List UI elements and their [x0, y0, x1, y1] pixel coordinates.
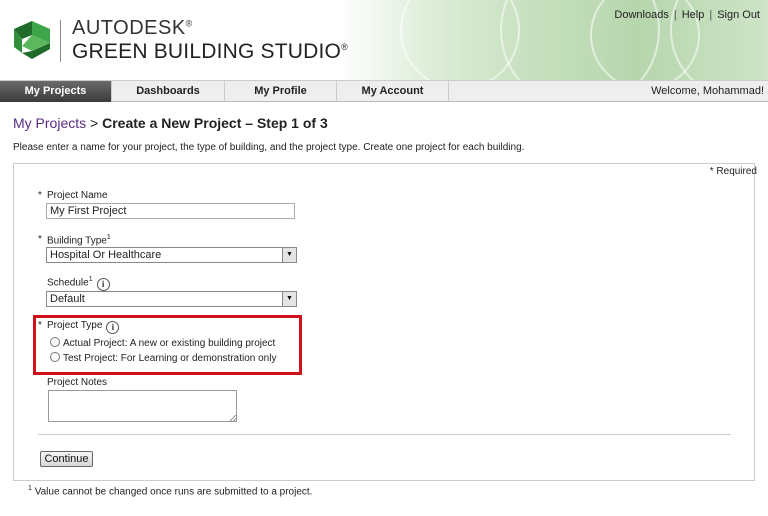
schedule-value: Default: [50, 293, 85, 305]
logo-divider: [60, 20, 61, 62]
tab-dashboards[interactable]: Dashboards: [112, 81, 225, 102]
main-nav: My Projects Dashboards My Profile My Acc…: [0, 80, 768, 102]
footnote: 1 Value cannot be changed once runs are …: [28, 485, 313, 498]
schedule-label: Schedule1 i: [47, 276, 110, 292]
schedule-select[interactable]: Default ▼: [46, 291, 297, 307]
required-note: * Required: [709, 166, 757, 177]
welcome-message: Welcome, Mohammad!: [651, 85, 764, 97]
project-name-input[interactable]: [46, 203, 295, 219]
instructions-text: Please enter a name for your project, th…: [13, 142, 525, 153]
dropdown-arrow-icon[interactable]: ▼: [282, 248, 296, 262]
tab-my-profile[interactable]: My Profile: [225, 81, 337, 102]
utility-links: Downloads | Help | Sign Out: [614, 9, 760, 21]
form-divider: [38, 434, 731, 435]
radio-actual-project-label: Actual Project: A new or existing buildi…: [63, 338, 276, 349]
info-icon[interactable]: i: [106, 321, 120, 334]
project-notes-textarea[interactable]: [48, 390, 237, 422]
continue-button[interactable]: Continue: [40, 451, 93, 467]
breadcrumb: My Projects > Create a New Project – Ste…: [13, 115, 328, 131]
tab-my-account[interactable]: My Account: [337, 81, 449, 102]
dropdown-arrow-icon[interactable]: ▼: [282, 292, 296, 306]
radio-test-project-label: Test Project: For Learning or demonstrat…: [63, 353, 277, 364]
sign-out-link[interactable]: Sign Out: [717, 9, 760, 21]
building-type-select[interactable]: Hospital Or Healthcare ▼: [46, 247, 297, 263]
project-notes-label: Project Notes: [47, 377, 108, 388]
radio-icon[interactable]: [50, 352, 60, 362]
page-title: Create a New Project – Step 1 of 3: [102, 115, 328, 131]
brand-product-name: GREEN BUILDING STUDIO®: [72, 40, 348, 63]
tab-my-projects[interactable]: My Projects: [0, 81, 112, 102]
project-type-label: * Project Type i: [38, 320, 120, 334]
breadcrumb-my-projects-link[interactable]: My Projects: [13, 115, 86, 131]
radio-test-project[interactable]: Test Project: For Learning or demonstrat…: [50, 352, 276, 364]
radio-actual-project[interactable]: Actual Project: A new or existing buildi…: [50, 337, 275, 349]
help-link[interactable]: Help: [682, 9, 705, 21]
downloads-link[interactable]: Downloads: [614, 9, 668, 21]
radio-icon[interactable]: [50, 337, 60, 347]
building-type-label: * Building Type1: [38, 234, 111, 247]
building-type-value: Hospital Or Healthcare: [50, 249, 162, 261]
autodesk-logo-icon: [14, 21, 50, 59]
resize-grip-icon[interactable]: [229, 415, 236, 422]
project-name-label: * Project Name: [38, 190, 108, 201]
brand-autodesk: AUTODESK®: [72, 17, 193, 39]
info-icon[interactable]: i: [96, 278, 110, 292]
header: AUTODESK® GREEN BUILDING STUDIO® Downloa…: [0, 0, 768, 80]
